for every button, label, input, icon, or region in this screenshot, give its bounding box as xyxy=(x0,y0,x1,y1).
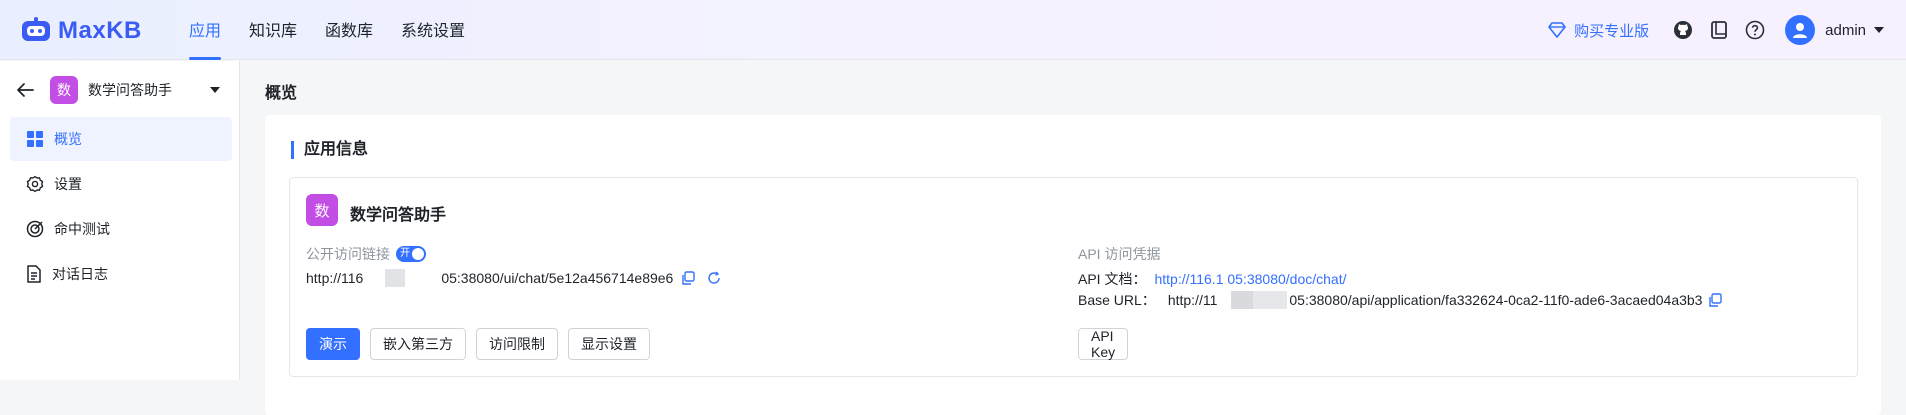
target-icon xyxy=(26,220,44,238)
chevron-down-icon[interactable] xyxy=(210,87,220,93)
logo[interactable]: MaxKB xyxy=(20,16,142,46)
avatar[interactable] xyxy=(1785,15,1815,45)
user-icon xyxy=(1791,21,1809,39)
app-action-buttons: 演示 嵌入第三方 访问限制 显示设置 xyxy=(306,328,660,360)
document-icon xyxy=(26,265,42,283)
access-limit-button[interactable]: 访问限制 xyxy=(476,328,558,360)
main-content: 概览 应用信息 数 数学问答助手 公开访问链接 开 http://116 05:… xyxy=(241,61,1906,380)
sidebar-item-settings[interactable]: 设置 xyxy=(10,162,232,206)
sidebar-item-hit-test[interactable]: 命中测试 xyxy=(10,207,232,251)
diamond-icon xyxy=(1548,22,1566,38)
sidebar-item-label: 概览 xyxy=(54,129,82,149)
back-arrow-icon[interactable] xyxy=(16,82,34,98)
app-name: 数学问答助手 xyxy=(88,80,172,100)
robot-logo-icon xyxy=(20,17,52,45)
nav-tab-system-settings[interactable]: 系统设置 xyxy=(387,0,479,60)
sidebar-menu: 概览 设置 命中测试 对话日志 xyxy=(10,117,232,297)
main-nav: 应用 知识库 函数库 系统设置 xyxy=(175,0,479,60)
nav-tab-functions[interactable]: 函数库 xyxy=(311,0,387,60)
api-credentials-label: API 访问凭据 xyxy=(1078,244,1160,264)
embed-third-party-button[interactable]: 嵌入第三方 xyxy=(370,328,466,360)
public-link-url: http://116 05:38080/ui/chat/5e12a456714e… xyxy=(306,269,721,287)
api-doc-link[interactable]: http://116.1 05:38080/doc/chat/ xyxy=(1154,271,1346,287)
gear-icon xyxy=(26,175,44,193)
base-url-suffix: 05:38080/api/application/fa332624-0ca2-1… xyxy=(1289,292,1702,308)
top-bar: MaxKB 应用 知识库 函数库 系统设置 购买专业版 xyxy=(0,0,1906,60)
buy-pro-label: 购买专业版 xyxy=(1574,20,1649,41)
top-right-tools: 购买专业版 admin xyxy=(1548,0,1884,60)
sidebar-item-label: 对话日志 xyxy=(52,264,108,284)
copy-icon[interactable] xyxy=(1708,293,1722,307)
public-link-toggle[interactable]: 开 xyxy=(396,246,426,262)
user-name[interactable]: admin xyxy=(1825,22,1866,39)
app-switcher[interactable]: 数 数学问答助手 xyxy=(16,75,226,105)
public-link-label-text: 公开访问链接 xyxy=(306,244,390,264)
app-name: 数学问答助手 xyxy=(350,201,446,225)
app-info-panel: 应用信息 数 数学问答助手 公开访问链接 开 http://116 05:380… xyxy=(265,115,1881,415)
display-settings-button[interactable]: 显示设置 xyxy=(568,328,650,360)
help-icon[interactable] xyxy=(1745,20,1765,40)
public-link-label: 公开访问链接 开 xyxy=(306,244,426,264)
buy-pro-link[interactable]: 购买专业版 xyxy=(1548,20,1649,41)
app-badge: 数 xyxy=(306,194,338,226)
sidebar: 数 数学问答助手 概览 设置 命中测 xyxy=(0,61,240,380)
nav-tab-knowledge[interactable]: 知识库 xyxy=(235,0,311,60)
base-url-label: Base URL： xyxy=(1078,290,1156,310)
base-url-row: Base URL： http://11 05:38080/api/applica… xyxy=(1078,290,1722,310)
sidebar-item-label: 设置 xyxy=(54,174,82,194)
book-icon[interactable] xyxy=(1709,20,1729,40)
chevron-down-icon[interactable] xyxy=(1874,27,1884,33)
redacted-mask xyxy=(1231,291,1287,309)
api-key-button[interactable]: API Key xyxy=(1078,328,1128,360)
app-badge: 数 xyxy=(50,76,78,104)
api-doc-row: API 文档： http://116.1 05:38080/doc/chat/ xyxy=(1078,269,1346,289)
brand-name: MaxKB xyxy=(58,17,142,45)
overview-grid-icon xyxy=(26,130,44,148)
app-info-card: 数 数学问答助手 公开访问链接 开 http://116 05:38080/ui… xyxy=(289,177,1858,377)
section-title: 应用信息 xyxy=(291,141,368,159)
redacted-mask xyxy=(369,269,417,287)
refresh-icon[interactable] xyxy=(707,271,721,285)
sidebar-item-chat-logs[interactable]: 对话日志 xyxy=(10,252,232,296)
page-title: 概览 xyxy=(265,79,297,103)
copy-icon[interactable] xyxy=(681,271,695,285)
public-url-suffix: 05:38080/ui/chat/5e12a456714e89e6 xyxy=(441,270,673,286)
public-url-prefix: http://116 xyxy=(306,270,363,286)
sidebar-item-label: 命中测试 xyxy=(54,219,110,239)
api-doc-label: API 文档： xyxy=(1078,269,1146,289)
github-icon[interactable] xyxy=(1673,20,1693,40)
nav-tab-apps[interactable]: 应用 xyxy=(175,0,235,60)
demo-button[interactable]: 演示 xyxy=(306,328,360,360)
sidebar-item-overview[interactable]: 概览 xyxy=(10,117,232,161)
base-url-prefix: http://11 xyxy=(1168,292,1218,308)
